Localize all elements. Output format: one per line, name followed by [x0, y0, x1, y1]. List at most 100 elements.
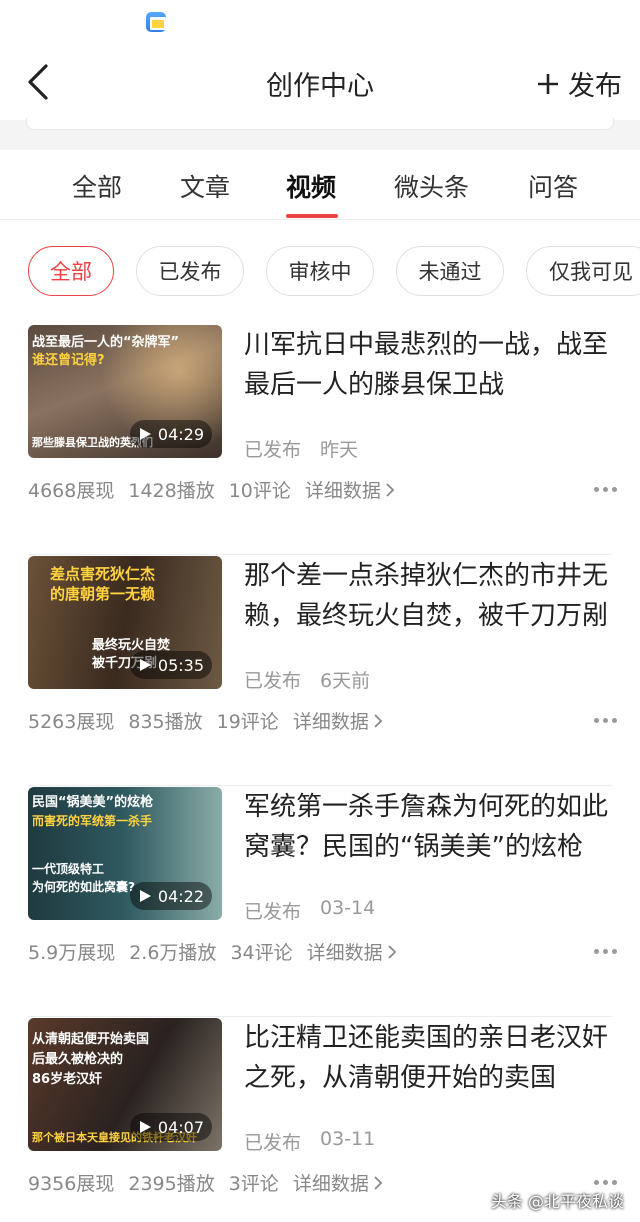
- tab-qa[interactable]: 问答: [528, 168, 578, 204]
- filter-under-review[interactable]: 审核中: [266, 246, 374, 296]
- video-thumbnail[interactable]: 从清朝起便开始卖国 后最久被枪决的 86岁老汉奸 那个被日本天皇接见的铁杆老汉奸…: [28, 1018, 222, 1151]
- publish-date: 6天前: [320, 670, 371, 692]
- detail-data-link[interactable]: 详细数据: [305, 476, 395, 503]
- list-item: 战至最后一人的“杂牌军” 谁还曾记得? 那些滕县保卫战的英烈们 04:29 川军…: [0, 325, 640, 555]
- plays-count: 2395播放: [128, 1173, 215, 1195]
- plays-count: 1428播放: [128, 480, 215, 502]
- duration-text: 04:22: [157, 886, 204, 906]
- thumbnail-text: 从清朝起便开始卖国: [32, 1032, 150, 1047]
- chevron-right-icon: [374, 713, 383, 728]
- status-text: 已发布: [244, 1132, 302, 1154]
- list-item: 差点害死狄仁杰 的唐朝第一无赖 最终玩火自焚 被千刀万剐 05:35 那个差一点…: [0, 556, 640, 786]
- tab-videos[interactable]: 视频: [286, 168, 336, 204]
- detail-data-link[interactable]: 详细数据: [293, 1169, 383, 1196]
- thumbnail-text: 一代顶级特工: [32, 862, 105, 876]
- play-icon: [139, 659, 151, 671]
- item-title[interactable]: 军统第一杀手詹森为何死的如此窝囊？民国的“锅美美”的炫枪: [244, 787, 624, 867]
- chevron-right-icon: [388, 944, 396, 959]
- plays-count: 2.6万播放: [129, 942, 217, 964]
- filter-private[interactable]: 仅我可见: [526, 246, 640, 296]
- detail-data-label: 详细数据: [292, 711, 369, 733]
- video-duration-badge: 04:07: [129, 1113, 212, 1141]
- divider: [28, 785, 612, 786]
- impressions-count: 9356展现: [28, 1173, 115, 1195]
- back-button[interactable]: [22, 60, 62, 104]
- comments-count: 3评论: [228, 1173, 279, 1195]
- thumbnail-text: 谁还曾记得?: [32, 353, 105, 368]
- filter-all[interactable]: 全部: [28, 246, 114, 296]
- thumbnail-text: 而害死的军统第一杀手: [32, 814, 153, 828]
- tab-micro-posts[interactable]: 微头条: [394, 168, 469, 204]
- detail-data-label: 详细数据: [304, 480, 381, 502]
- thumbnail-text: 86岁老汉奸: [32, 1072, 103, 1087]
- duration-text: 04:29: [157, 424, 204, 444]
- item-title[interactable]: 川军抗日中最悲烈的一战，战至最后一人的滕县保卫战: [244, 325, 624, 405]
- plus-icon: [538, 73, 558, 94]
- video-thumbnail[interactable]: 战至最后一人的“杂牌军” 谁还曾记得? 那些滕县保卫战的英烈们 04:29: [28, 325, 222, 458]
- item-stats: 5.9万展现 2.6万播放 34评论 详细数据: [28, 938, 397, 965]
- divider: [28, 1016, 612, 1017]
- content-type-tabs: 全部 文章 视频 微头条 问答: [0, 150, 640, 220]
- nav-bar: 创作中心 发布: [0, 44, 640, 120]
- thumbnail-text: 后最久被枪决的: [32, 1052, 124, 1067]
- item-title[interactable]: 比汪精卫还能卖国的亲日老汉奸之死，从清朝便开始的卖国: [244, 1018, 624, 1098]
- thumbnail-text: 的唐朝第一无赖: [50, 585, 156, 603]
- duration-text: 05:35: [157, 655, 204, 675]
- detail-data-label: 详细数据: [292, 1173, 369, 1195]
- thumbnail-text: 战至最后一人的“杂牌军”: [32, 335, 180, 350]
- header-separator: [0, 118, 640, 150]
- status-text: 已发布: [244, 439, 302, 461]
- active-tab-indicator: [286, 214, 338, 218]
- publish-label: 发布: [568, 71, 622, 102]
- status-bar: [0, 0, 640, 44]
- item-stats: 4668展现 1428播放 10评论 详细数据: [28, 476, 395, 503]
- status-filter-row: 全部 已发布 审核中 未通过 仅我可见: [0, 246, 640, 298]
- comments-count: 10评论: [228, 480, 291, 502]
- video-duration-badge: 04:22: [129, 882, 212, 910]
- impressions-count: 4668展现: [28, 480, 115, 502]
- list-item: 民国“锅美美”的炫枪 而害死的军统第一杀手 一代顶级特工 为何死的如此窝囊? 0…: [0, 787, 640, 1017]
- item-stats: 5263展现 835播放 19评论 详细数据: [28, 707, 383, 734]
- watermark: 头条 @北平夜私谈: [490, 1192, 624, 1211]
- impressions-count: 5.9万展现: [28, 942, 116, 964]
- detail-data-link[interactable]: 详细数据: [293, 707, 383, 734]
- more-options-button[interactable]: [594, 481, 620, 497]
- detail-data-link[interactable]: 详细数据: [307, 938, 397, 965]
- video-thumbnail[interactable]: 民国“锅美美”的炫枪 而害死的军统第一杀手 一代顶级特工 为何死的如此窝囊? 0…: [28, 787, 222, 920]
- item-stats: 9356展现 2395播放 3评论 详细数据: [28, 1169, 383, 1196]
- thumbnail-text: 差点害死狄仁杰: [50, 565, 156, 583]
- card-edge: [26, 118, 614, 130]
- filter-published[interactable]: 已发布: [136, 246, 244, 296]
- thumbnail-text: 为何死的如此窝囊?: [32, 880, 135, 894]
- play-icon: [139, 890, 151, 902]
- tab-all[interactable]: 全部: [72, 168, 122, 204]
- duration-text: 04:07: [157, 1117, 204, 1137]
- publish-button[interactable]: 发布: [536, 64, 622, 103]
- detail-data-label: 详细数据: [306, 942, 383, 964]
- more-options-button[interactable]: [594, 943, 620, 959]
- play-icon: [139, 428, 151, 440]
- play-icon: [139, 1121, 151, 1133]
- status-text: 已发布: [244, 901, 302, 923]
- video-thumbnail[interactable]: 差点害死狄仁杰 的唐朝第一无赖 最终玩火自焚 被千刀万剐 05:35: [28, 556, 222, 689]
- status-text: 已发布: [244, 670, 302, 692]
- video-duration-badge: 05:35: [129, 651, 212, 679]
- comments-count: 19评论: [216, 711, 279, 733]
- chevron-right-icon: [374, 1175, 383, 1190]
- tab-articles[interactable]: 文章: [180, 168, 230, 204]
- more-options-button[interactable]: [594, 712, 620, 728]
- divider: [28, 554, 612, 555]
- video-duration-badge: 04:29: [129, 420, 212, 448]
- thumbnail-text: 民国“锅美美”的炫枪: [32, 795, 154, 810]
- publish-date: 03-11: [320, 1128, 376, 1150]
- publish-date: 昨天: [320, 439, 359, 461]
- comments-count: 34评论: [230, 942, 293, 964]
- notification-app-icon: [146, 12, 166, 32]
- publish-date: 03-14: [320, 897, 376, 919]
- chevron-left-icon: [28, 64, 48, 100]
- filter-rejected[interactable]: 未通过: [396, 246, 504, 296]
- plays-count: 835播放: [128, 711, 203, 733]
- item-title[interactable]: 那个差一点杀掉狄仁杰的市井无赖，最终玩火自焚，被千刀万剐: [244, 556, 624, 636]
- chevron-right-icon: [386, 482, 395, 497]
- impressions-count: 5263展现: [28, 711, 115, 733]
